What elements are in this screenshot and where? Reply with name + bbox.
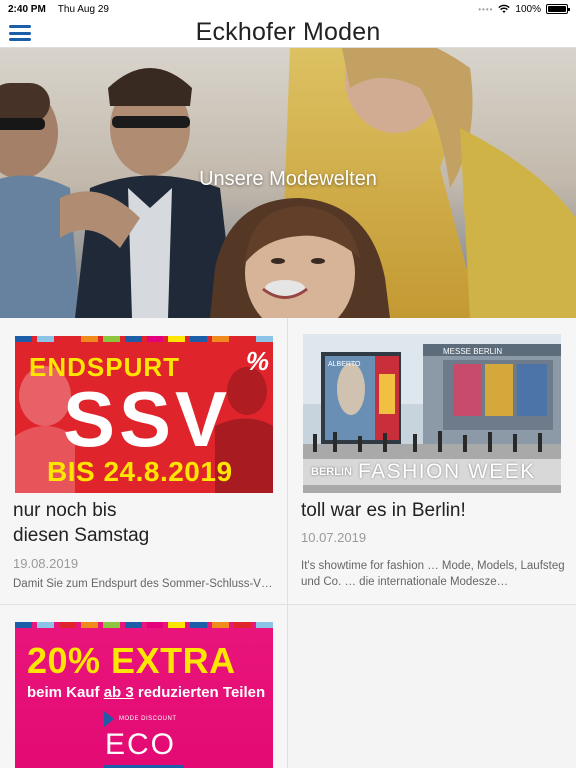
color-stripe (58, 336, 76, 342)
color-stripe (146, 336, 164, 342)
color-stripe (15, 622, 32, 628)
color-stripe (190, 622, 208, 628)
ssv-date-text: BIS 24.8.2019 (47, 456, 233, 487)
color-stripe (36, 336, 54, 342)
status-bar: 2:40 PM Thu Aug 29 •••• 100% (0, 0, 576, 18)
berlin-label: BERLIN (311, 466, 352, 478)
color-stripe (234, 622, 252, 628)
color-stripe (36, 622, 54, 628)
news-card[interactable]: MESSE BERLIN ALBERTO BERLIN FASHION WEEK… (288, 318, 576, 605)
percent-symbol: % (245, 346, 269, 376)
color-stripe (15, 336, 32, 342)
color-stripe (212, 336, 230, 342)
news-card[interactable]: 20% EXTRA beim Kauf ab 3 reduzierten Tei… (0, 605, 288, 768)
hero-title: Unsere Modewelten (199, 168, 377, 190)
card-excerpt: Damit Sie zum Endspurt des Sommer-Schlus… (13, 578, 273, 590)
card-image-ssv: ENDSPURT % SSV BIS 24.8.2019 (15, 336, 273, 493)
color-stripe (256, 622, 273, 628)
card-date: 10.07.2019 (301, 530, 367, 545)
card-title: toll war es in Berlin! (301, 500, 466, 521)
color-stripe (212, 622, 230, 628)
color-stripe (102, 622, 120, 628)
status-time: 2:40 PM (8, 3, 46, 15)
extra-headline: 20% EXTRA (27, 640, 236, 681)
fashion-week-label: BERLIN FASHION WEEK (303, 459, 561, 485)
color-stripe (80, 336, 98, 342)
app-title: Eckhofer Moden (195, 18, 381, 46)
color-stripe (80, 622, 98, 628)
color-stripe (190, 336, 208, 342)
card-image-fashion-week: MESSE BERLIN ALBERTO BERLIN FASHION WEEK (303, 334, 561, 493)
news-card[interactable]: ENDSPURT % SSV BIS 24.8.2019 nur noch bi… (0, 318, 288, 605)
card-title-line: nur noch bis (13, 500, 117, 521)
fashion-week-text: FASHION WEEK (357, 460, 536, 483)
card-excerpt: It's showtime for fashion … Mode, Models… (301, 560, 565, 588)
card-image-extra-discount: 20% EXTRA beim Kauf ab 3 reduzierten Tei… (15, 622, 273, 768)
navigation-bar: Eckhofer Moden (0, 18, 576, 48)
color-stripe (146, 622, 164, 628)
battery-percent: 100% (515, 3, 541, 15)
card-title: nur noch bis diesen Samstag (13, 498, 273, 548)
color-stripe (168, 336, 186, 342)
mode-discount-tag: MODE DISCOUNT (119, 716, 177, 722)
color-stripe (124, 336, 142, 342)
hamburger-menu-icon[interactable] (8, 23, 32, 43)
news-grid: ENDSPURT % SSV BIS 24.8.2019 nur noch bi… (0, 318, 576, 768)
color-stripe (124, 622, 142, 628)
hero-banner[interactable]: Unsere Modewelten (0, 48, 576, 318)
status-date: Thu Aug 29 (57, 3, 109, 15)
color-stripes (15, 622, 273, 628)
eco-logo-text: ECO (105, 728, 177, 761)
color-stripe (168, 622, 186, 628)
battery-fill (548, 6, 566, 12)
play-arrow-icon (104, 711, 114, 727)
battery-icon (546, 4, 570, 14)
ssv-text: SSV (63, 375, 232, 463)
color-stripe (256, 336, 273, 342)
extra-subline: beim Kauf ab 3 reduzierten Teilen (27, 684, 266, 701)
wifi-icon (498, 4, 511, 13)
alberto-poster-text: ALBERTO (328, 361, 361, 368)
card-date: 19.08.2019 (13, 556, 79, 571)
color-stripe (58, 622, 76, 628)
messe-sign: MESSE BERLIN (443, 347, 502, 356)
card-title-line: diesen Samstag (13, 525, 150, 546)
color-stripes (15, 336, 273, 342)
color-stripe (234, 336, 252, 342)
color-stripe (102, 336, 120, 342)
signal-dots-icon: •••• (478, 4, 494, 14)
